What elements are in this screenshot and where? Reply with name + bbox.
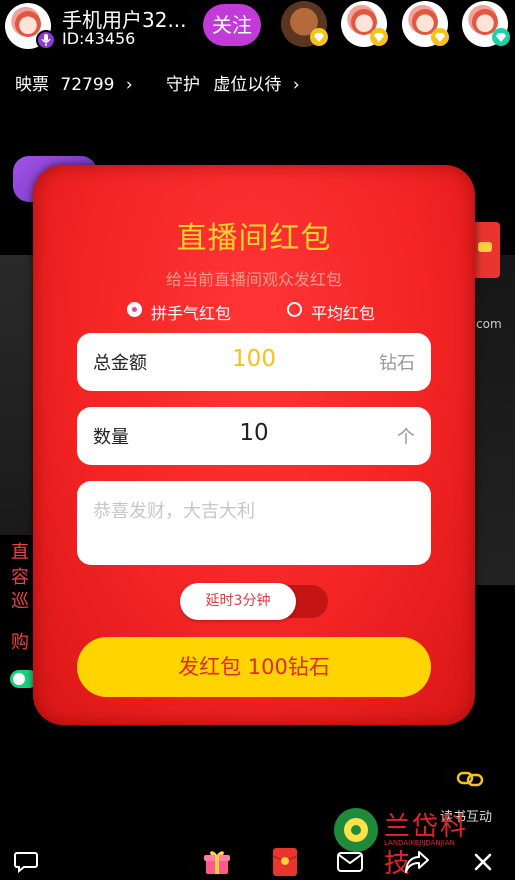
message-input[interactable]: 恭喜发财，大吉大利	[77, 481, 431, 565]
dialog-subtitle: 给当前直播间观众发红包	[165, 270, 342, 289]
side-text: 直	[11, 542, 29, 563]
host-id: ID:43456	[62, 29, 136, 48]
delay-toggle[interactable]: 延时3分钟	[180, 583, 296, 620]
follow-button[interactable]: 关注	[203, 4, 261, 46]
guard-label: 守护	[166, 75, 200, 95]
diamond-icon	[431, 28, 449, 46]
diamond-icon	[370, 28, 388, 46]
chat-icon[interactable]	[10, 846, 42, 878]
guard-stat[interactable]: 守护 虚位以待 ›	[166, 70, 300, 95]
radio-equal-packet[interactable]	[287, 302, 302, 317]
quantity-unit: 个	[397, 427, 415, 448]
dialog-title: 直播间红包	[176, 221, 332, 256]
link-icon[interactable]	[456, 767, 484, 791]
radio-lucky-packet[interactable]	[127, 302, 142, 317]
gift-icon[interactable]	[201, 846, 233, 878]
viewer-avatar[interactable]	[341, 1, 388, 47]
diamond-icon	[492, 28, 510, 46]
close-icon[interactable]	[467, 846, 499, 878]
tickets-value: 72799	[60, 75, 115, 95]
tickets-label: 映票	[15, 75, 49, 95]
viewer-avatar[interactable]	[462, 1, 510, 47]
side-text: 巡	[11, 591, 29, 612]
chevron-right-icon: ›	[125, 75, 133, 95]
option-label[interactable]: 平均红包	[311, 300, 375, 324]
url-fragment: com	[476, 317, 502, 331]
amount-value[interactable]: 100	[77, 346, 431, 372]
red-packet-dialog: 直播间红包 给当前直播间观众发红包 拼手气红包 平均红包 总金额 100 钻石 …	[33, 165, 475, 725]
quantity-field[interactable]: 数量 10 个	[77, 407, 431, 465]
mic-icon	[36, 30, 56, 50]
red-packet-icon[interactable]	[269, 846, 301, 878]
side-text: 购	[11, 632, 29, 653]
tickets-stat[interactable]: 映票 72799 ›	[15, 70, 133, 95]
amount-unit: 钻石	[379, 353, 415, 374]
diamond-icon	[310, 28, 328, 46]
viewer-avatar[interactable]	[402, 1, 449, 47]
option-label[interactable]: 拼手气红包	[151, 300, 231, 324]
share-icon[interactable]	[401, 846, 433, 878]
send-red-packet-button[interactable]: 发红包 100钻石	[77, 637, 431, 697]
amount-field[interactable]: 总金额 100 钻石	[77, 333, 431, 391]
message-placeholder: 恭喜发财，大吉大利	[93, 501, 255, 522]
host-avatar[interactable]	[5, 3, 56, 50]
viewer-avatar[interactable]	[281, 1, 328, 47]
side-text: 容	[11, 567, 29, 588]
guard-value: 虚位以待	[213, 75, 282, 95]
quantity-value[interactable]: 10	[77, 420, 431, 446]
mail-icon[interactable]	[334, 846, 366, 878]
chevron-right-icon: ›	[292, 75, 300, 95]
